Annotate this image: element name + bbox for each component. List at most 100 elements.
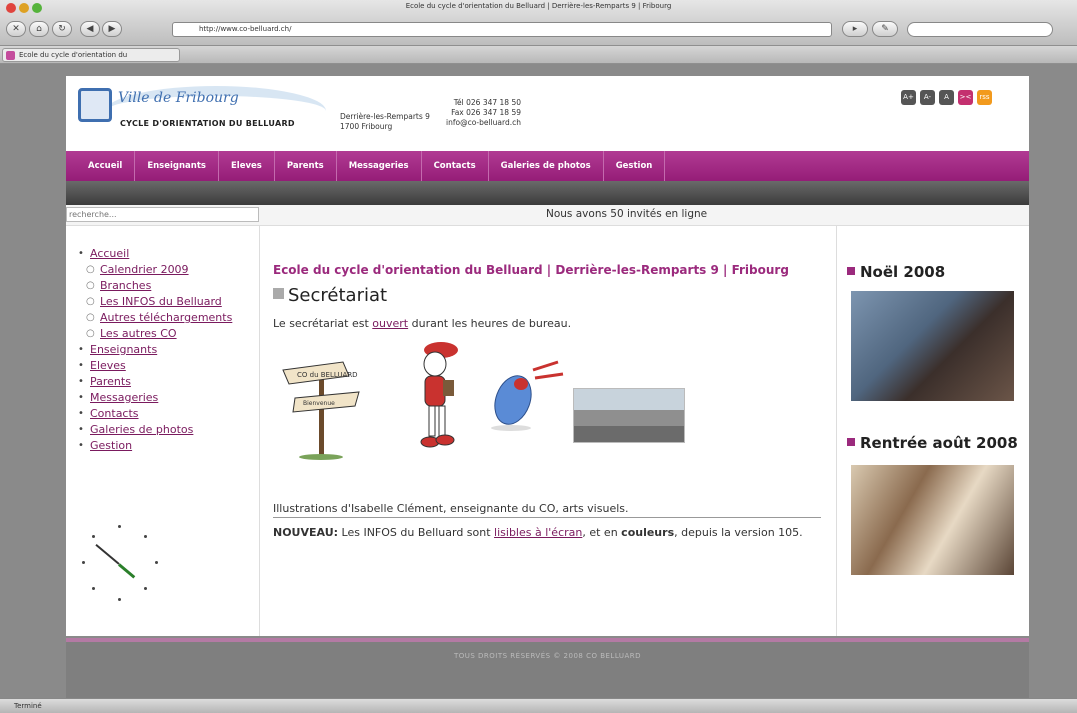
- rentree-heading-text: Rentrée août 2008: [860, 434, 1018, 452]
- secretariat-description: Le secrétariat est ouvert durant les heu…: [273, 317, 571, 330]
- main-menu: Accueil Enseignants Eleves Parents Messa…: [66, 151, 1029, 181]
- email-address: info@co-belluard.ch: [446, 118, 521, 127]
- stop-button[interactable]: ✕: [6, 21, 26, 37]
- section-title: Secrétariat: [273, 285, 387, 306]
- fribourg-crest-icon[interactable]: [78, 88, 112, 122]
- nav-link-accueil[interactable]: Accueil: [90, 247, 129, 260]
- news-bold: couleurs: [621, 526, 675, 539]
- illustration-caption: Illustrations d'Isabelle Clément, enseig…: [273, 502, 821, 518]
- font-increase-button[interactable]: A+: [901, 90, 916, 105]
- nav-link-calendrier[interactable]: Calendrier 2009: [100, 263, 189, 276]
- article-icon: [273, 288, 284, 299]
- nav-subitem: ○ Branches: [86, 279, 152, 292]
- browser-search-field[interactable]: [907, 22, 1053, 37]
- sub-menu-bar: [66, 181, 1029, 205]
- fax-number: Fax 026 347 18 59: [451, 108, 521, 117]
- tab-bar: Ecole du cycle d'orientation du: [0, 46, 1077, 64]
- home-button[interactable]: ⌂: [29, 21, 49, 37]
- nav-link-telechargements[interactable]: Autres téléchargements: [100, 311, 232, 324]
- left-navigation: • Accueil ○ Calendrier 2009 ○ Branches ○ Les…: [74, 246, 259, 454]
- school-building-photo[interactable]: [573, 388, 685, 443]
- desc-text: Le secrétariat est: [273, 317, 373, 330]
- lisibles-link[interactable]: lisibles à l'écran: [494, 526, 582, 539]
- address-line: 1700 Fribourg: [340, 122, 393, 131]
- bookmark-button[interactable]: ✎: [872, 21, 898, 37]
- address-line: Derrière-les-Remparts 9: [340, 112, 430, 121]
- clock-icon: [80, 523, 160, 603]
- font-decrease-button[interactable]: A-: [920, 90, 935, 105]
- menu-item-messageries[interactable]: Messageries: [337, 151, 422, 181]
- status-bar: Terminé: [0, 698, 1077, 713]
- news-text: , depuis la version 105.: [674, 526, 803, 539]
- nav-item: • Messageries: [78, 391, 159, 404]
- logo-subtitle: CYCLE D'ORIENTATION DU BELLUARD: [120, 119, 295, 128]
- ouvert-link[interactable]: ouvert: [372, 317, 408, 330]
- menu-item-contacts[interactable]: Contacts: [422, 151, 489, 181]
- sign-text-belluard: CO du BELLUARD: [297, 371, 358, 379]
- address-bar[interactable]: http://www.co-belluard.ch/: [172, 22, 832, 37]
- tab-title: Ecole du cycle d'orientation du: [19, 51, 128, 59]
- nav-link-contacts[interactable]: Contacts: [90, 407, 139, 420]
- nav-link-branches[interactable]: Branches: [100, 279, 151, 292]
- menu-item-parents[interactable]: Parents: [275, 151, 337, 181]
- noel-2008-heading[interactable]: Noël 2008: [847, 263, 945, 281]
- browser-tab[interactable]: Ecole du cycle d'orientation du: [2, 48, 180, 62]
- main-content: Ecole du cycle d'orientation du Belluard…: [259, 226, 837, 636]
- nav-link-eleves[interactable]: Eleves: [90, 359, 126, 372]
- nav-item: • Enseignants: [78, 343, 158, 356]
- go-button[interactable]: ▸: [842, 21, 868, 37]
- section-title-text: Secrétariat: [288, 285, 388, 306]
- nav-subitem: ○ Autres téléchargements: [86, 311, 233, 324]
- menu-item-galeries[interactable]: Galeries de photos: [489, 151, 604, 181]
- nav-link-gestion[interactable]: Gestion: [90, 439, 132, 452]
- web-page: Ville de Fribourg CYCLE D'ORIENTATION DU…: [66, 76, 1029, 698]
- news-label: NOUVEAU:: [273, 526, 339, 539]
- noel-2008-photo[interactable]: [851, 291, 1014, 401]
- nav-link-messageries[interactable]: Messageries: [90, 391, 158, 404]
- rentree-2008-heading[interactable]: Rentrée août 2008: [847, 434, 1018, 452]
- nav-link-enseignants[interactable]: Enseignants: [90, 343, 157, 356]
- nav-item: • Gestion: [78, 439, 133, 452]
- rss-icon[interactable]: rss: [977, 90, 992, 105]
- nav-link-autres-co[interactable]: Les autres CO: [100, 327, 177, 340]
- logo-title[interactable]: Ville de Fribourg: [118, 90, 239, 106]
- favicon-icon: [6, 51, 15, 60]
- phone-number: Tél 026 347 18 50: [453, 98, 521, 107]
- news-paragraph: NOUVEAU: Les INFOS du Belluard sont lisi…: [273, 524, 821, 541]
- forward-button[interactable]: ▶: [102, 21, 122, 37]
- nav-item: • Eleves: [78, 359, 126, 372]
- nav-subitem: ○ Les INFOS du Belluard: [86, 295, 222, 308]
- menu-item-gestion[interactable]: Gestion: [604, 151, 666, 181]
- news-text: , et en: [582, 526, 622, 539]
- nav-link-galeries[interactable]: Galeries de photos: [90, 423, 193, 436]
- menu-item-eleves[interactable]: Eleves: [219, 151, 275, 181]
- menu-item-enseignants[interactable]: Enseignants: [135, 151, 219, 181]
- nav-link-parents[interactable]: Parents: [90, 375, 131, 388]
- school-contact: Tél 026 347 18 50 Fax 026 347 18 59 info…: [446, 98, 521, 128]
- search-row: Nous avons 50 invités en ligne: [66, 205, 1029, 226]
- menu-item-accueil[interactable]: Accueil: [66, 151, 136, 181]
- rentree-2008-photo[interactable]: [851, 465, 1014, 575]
- signpost-icon: CO du BELLUARD Bienvenue: [282, 361, 360, 460]
- font-reset-button[interactable]: A: [939, 90, 954, 105]
- share-button[interactable]: ><: [958, 90, 973, 105]
- nav-subitem: ○ Calendrier 2009: [86, 263, 189, 276]
- search-input[interactable]: [66, 207, 259, 222]
- toolbar-buttons: A+ A- A >< rss: [901, 90, 992, 105]
- guests-online: Nous avons 50 invités en ligne: [546, 208, 708, 220]
- cartoon-character-icon: [420, 342, 458, 448]
- nav-item: • Galeries de photos: [78, 423, 194, 436]
- nav-link-infos[interactable]: Les INFOS du Belluard: [100, 295, 222, 308]
- clock-minute-hand: [95, 543, 120, 565]
- news-text: Les INFOS du Belluard sont: [338, 526, 495, 539]
- bullet-square-icon: [847, 267, 855, 275]
- backpack-icon: [491, 360, 564, 431]
- nav-item: • Contacts: [78, 407, 139, 420]
- clock-hour-hand: [118, 563, 136, 579]
- reload-button[interactable]: ↻: [52, 21, 72, 37]
- nav-item: • Parents: [78, 375, 131, 388]
- nav-item-accueil: • Accueil: [78, 247, 130, 260]
- browser-titlebar: Ecole du cycle d'orientation du Belluard…: [0, 0, 1077, 46]
- school-address: Derrière-les-Remparts 9 1700 Fribourg: [340, 112, 430, 132]
- back-button[interactable]: ◀: [80, 21, 100, 37]
